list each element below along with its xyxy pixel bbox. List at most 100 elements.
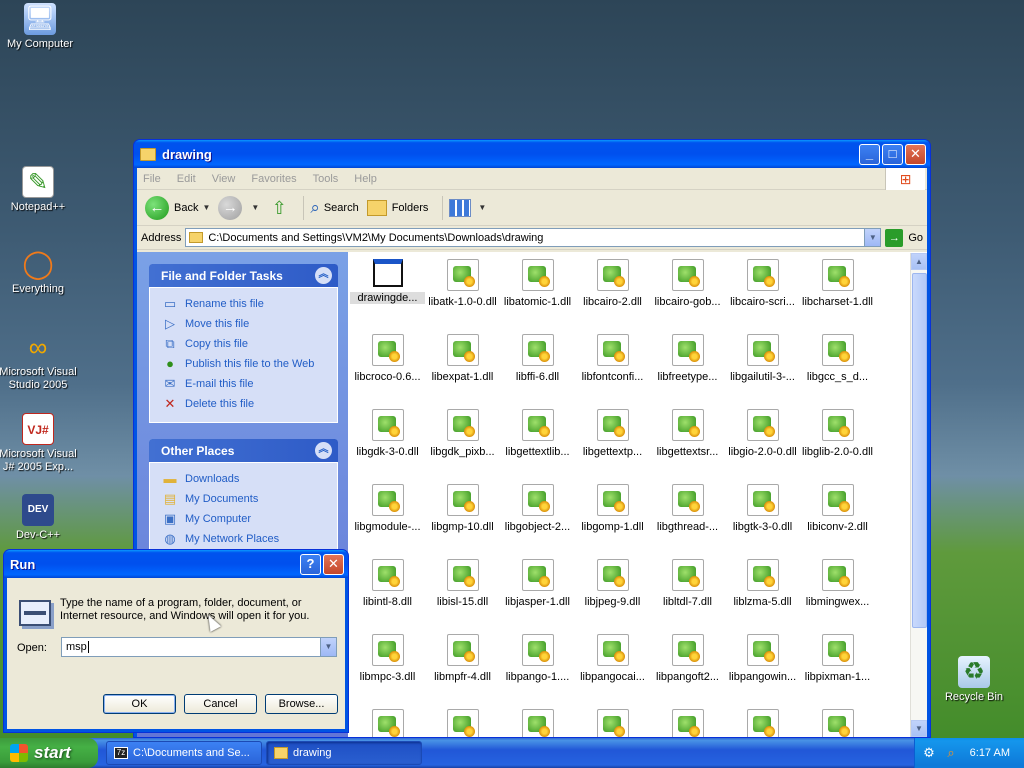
- file-item[interactable]: libiconv-2.dll: [800, 480, 875, 555]
- desktop-icon-notepadpp[interactable]: ✎ Notepad++: [0, 166, 78, 214]
- file-item[interactable]: libgcc_s_d...: [800, 330, 875, 405]
- file-item[interactable]: libjasper-1.dll: [500, 555, 575, 630]
- file-item[interactable]: libfontconfi...: [575, 330, 650, 405]
- file-item[interactable]: libltdl-7.dll: [650, 555, 725, 630]
- browse-button[interactable]: Browse...: [265, 694, 338, 714]
- explorer-titlebar[interactable]: drawing _ □ ✕: [134, 140, 930, 168]
- file-item[interactable]: libpangoft2...: [650, 630, 725, 705]
- file-item[interactable]: libgmp-10.dll: [425, 480, 500, 555]
- search-tray-icon[interactable]: ⌕: [943, 745, 959, 761]
- address-input[interactable]: C:\Documents and Settings\VM2\My Documen…: [185, 228, 882, 247]
- start-button[interactable]: start: [0, 738, 98, 768]
- run-close-button[interactable]: ✕: [323, 553, 344, 575]
- file-item[interactable]: libgdk_pixb...: [425, 405, 500, 480]
- file-task-3[interactable]: ● Publish this file to the Web: [162, 354, 337, 374]
- file-tasks-header[interactable]: File and Folder Tasks ︽: [149, 264, 338, 287]
- menu-tools[interactable]: Tools: [313, 173, 339, 185]
- file-item[interactable]: libgettextsr...: [650, 405, 725, 480]
- file-item[interactable]: [800, 705, 875, 737]
- file-item[interactable]: libgio-2.0-0.dll: [725, 405, 800, 480]
- file-task-1[interactable]: ▷ Move this file: [162, 314, 337, 334]
- file-item[interactable]: [725, 705, 800, 737]
- vertical-scrollbar[interactable]: ▲ ▼: [910, 253, 927, 737]
- scrollbar-thumb[interactable]: [912, 273, 927, 628]
- file-item[interactable]: libintl-8.dll: [350, 555, 425, 630]
- file-item[interactable]: libgtk-3-0.dll: [725, 480, 800, 555]
- menu-favorites[interactable]: Favorites: [251, 173, 296, 185]
- desktop-icon-recycle-bin[interactable]: ♻ Recycle Bin: [934, 656, 1014, 704]
- other-place-2[interactable]: ▣ My Computer: [162, 509, 337, 529]
- back-button[interactable]: ← Back ▼: [145, 195, 210, 220]
- forward-button[interactable]: → ▼: [218, 195, 259, 220]
- maximize-button[interactable]: □: [882, 143, 903, 165]
- file-item[interactable]: libgdk-3-0.dll: [350, 405, 425, 480]
- file-task-2[interactable]: ⧉ Copy this file: [162, 334, 337, 354]
- file-item[interactable]: libcairo-2.dll: [575, 255, 650, 330]
- chevron-down-icon[interactable]: ▼: [202, 203, 210, 212]
- scroll-down-button[interactable]: ▼: [911, 720, 927, 737]
- folders-button[interactable]: Folders: [366, 199, 428, 216]
- menu-help[interactable]: Help: [354, 173, 377, 185]
- file-item[interactable]: libpangocai...: [575, 630, 650, 705]
- file-task-4[interactable]: ✉ E-mail this file: [162, 374, 337, 394]
- other-place-0[interactable]: ▬ Downloads: [162, 469, 337, 489]
- minimize-button[interactable]: _: [859, 143, 880, 165]
- file-item[interactable]: [425, 705, 500, 737]
- other-places-header[interactable]: Other Places ︽: [149, 439, 338, 462]
- taskbar-button-drawing[interactable]: drawing: [266, 741, 422, 765]
- scroll-up-button[interactable]: ▲: [911, 253, 927, 270]
- file-item[interactable]: libgmodule-...: [350, 480, 425, 555]
- chevron-down-icon[interactable]: ▼: [864, 229, 881, 246]
- close-button[interactable]: ✕: [905, 143, 926, 165]
- open-input[interactable]: msp ▼: [61, 637, 337, 657]
- file-item[interactable]: libpangowin...: [725, 630, 800, 705]
- file-item[interactable]: libcairo-scri...: [725, 255, 800, 330]
- file-item[interactable]: libmingwex...: [800, 555, 875, 630]
- file-item[interactable]: [650, 705, 725, 737]
- file-item[interactable]: [350, 705, 425, 737]
- other-place-1[interactable]: ▤ My Documents: [162, 489, 337, 509]
- file-item[interactable]: libjpeg-9.dll: [575, 555, 650, 630]
- file-item[interactable]: libexpat-1.dll: [425, 330, 500, 405]
- file-item[interactable]: libcharset-1.dll: [800, 255, 875, 330]
- file-task-0[interactable]: ▭ Rename this file: [162, 294, 337, 314]
- file-item[interactable]: libgettextp...: [575, 405, 650, 480]
- search-button[interactable]: ⌕ Search: [310, 198, 358, 218]
- chevron-down-icon[interactable]: ▼: [320, 638, 336, 656]
- desktop-icon-my-computer[interactable]: 🖥 My Computer: [0, 3, 80, 51]
- file-item[interactable]: libgthread-...: [650, 480, 725, 555]
- file-item[interactable]: liblzma-5.dll: [725, 555, 800, 630]
- desktop-icon-everything[interactable]: ◯ Everything: [0, 248, 78, 296]
- menu-file[interactable]: File: [143, 173, 161, 185]
- clock[interactable]: 6:17 AM: [970, 747, 1010, 759]
- collapse-icon[interactable]: ︽: [315, 267, 332, 284]
- other-place-3[interactable]: ◍ My Network Places: [162, 529, 337, 549]
- desktop-icon-vj[interactable]: VJ# Microsoft Visual J# 2005 Exp...: [0, 413, 78, 474]
- file-item[interactable]: libisl-15.dll: [425, 555, 500, 630]
- file-item[interactable]: libatk-1.0-0.dll: [425, 255, 500, 330]
- desktop-icon-visual-studio[interactable]: ∞ Microsoft Visual Studio 2005: [0, 331, 78, 392]
- file-item[interactable]: [500, 705, 575, 737]
- ok-button[interactable]: OK: [103, 694, 176, 714]
- file-item[interactable]: libpango-1....: [500, 630, 575, 705]
- run-titlebar[interactable]: Run ? ✕: [4, 550, 348, 578]
- help-button[interactable]: ?: [300, 553, 321, 575]
- file-item[interactable]: [575, 705, 650, 737]
- file-item[interactable]: drawingde...: [350, 255, 425, 330]
- desktop-icon-devcpp[interactable]: DEV Dev-C++: [0, 494, 78, 542]
- go-button[interactable]: → Go: [885, 228, 923, 247]
- file-item[interactable]: libgobject-2...: [500, 480, 575, 555]
- menu-view[interactable]: View: [212, 173, 236, 185]
- file-item[interactable]: libcairo-gob...: [650, 255, 725, 330]
- file-item[interactable]: libpixman-1...: [800, 630, 875, 705]
- views-button[interactable]: ▼: [449, 198, 486, 217]
- file-item[interactable]: libglib-2.0-0.dll: [800, 405, 875, 480]
- taskbar-button-console[interactable]: 7z C:\Documents and Se...: [106, 741, 262, 765]
- file-item[interactable]: libfreetype...: [650, 330, 725, 405]
- collapse-icon[interactable]: ︽: [315, 442, 332, 459]
- file-item[interactable]: libgailutil-3-...: [725, 330, 800, 405]
- up-folder-icon[interactable]: ⇧: [267, 196, 291, 220]
- network-tray-icon[interactable]: ⚙: [921, 745, 937, 761]
- file-item[interactable]: libgomp-1.dll: [575, 480, 650, 555]
- file-item[interactable]: libmpfr-4.dll: [425, 630, 500, 705]
